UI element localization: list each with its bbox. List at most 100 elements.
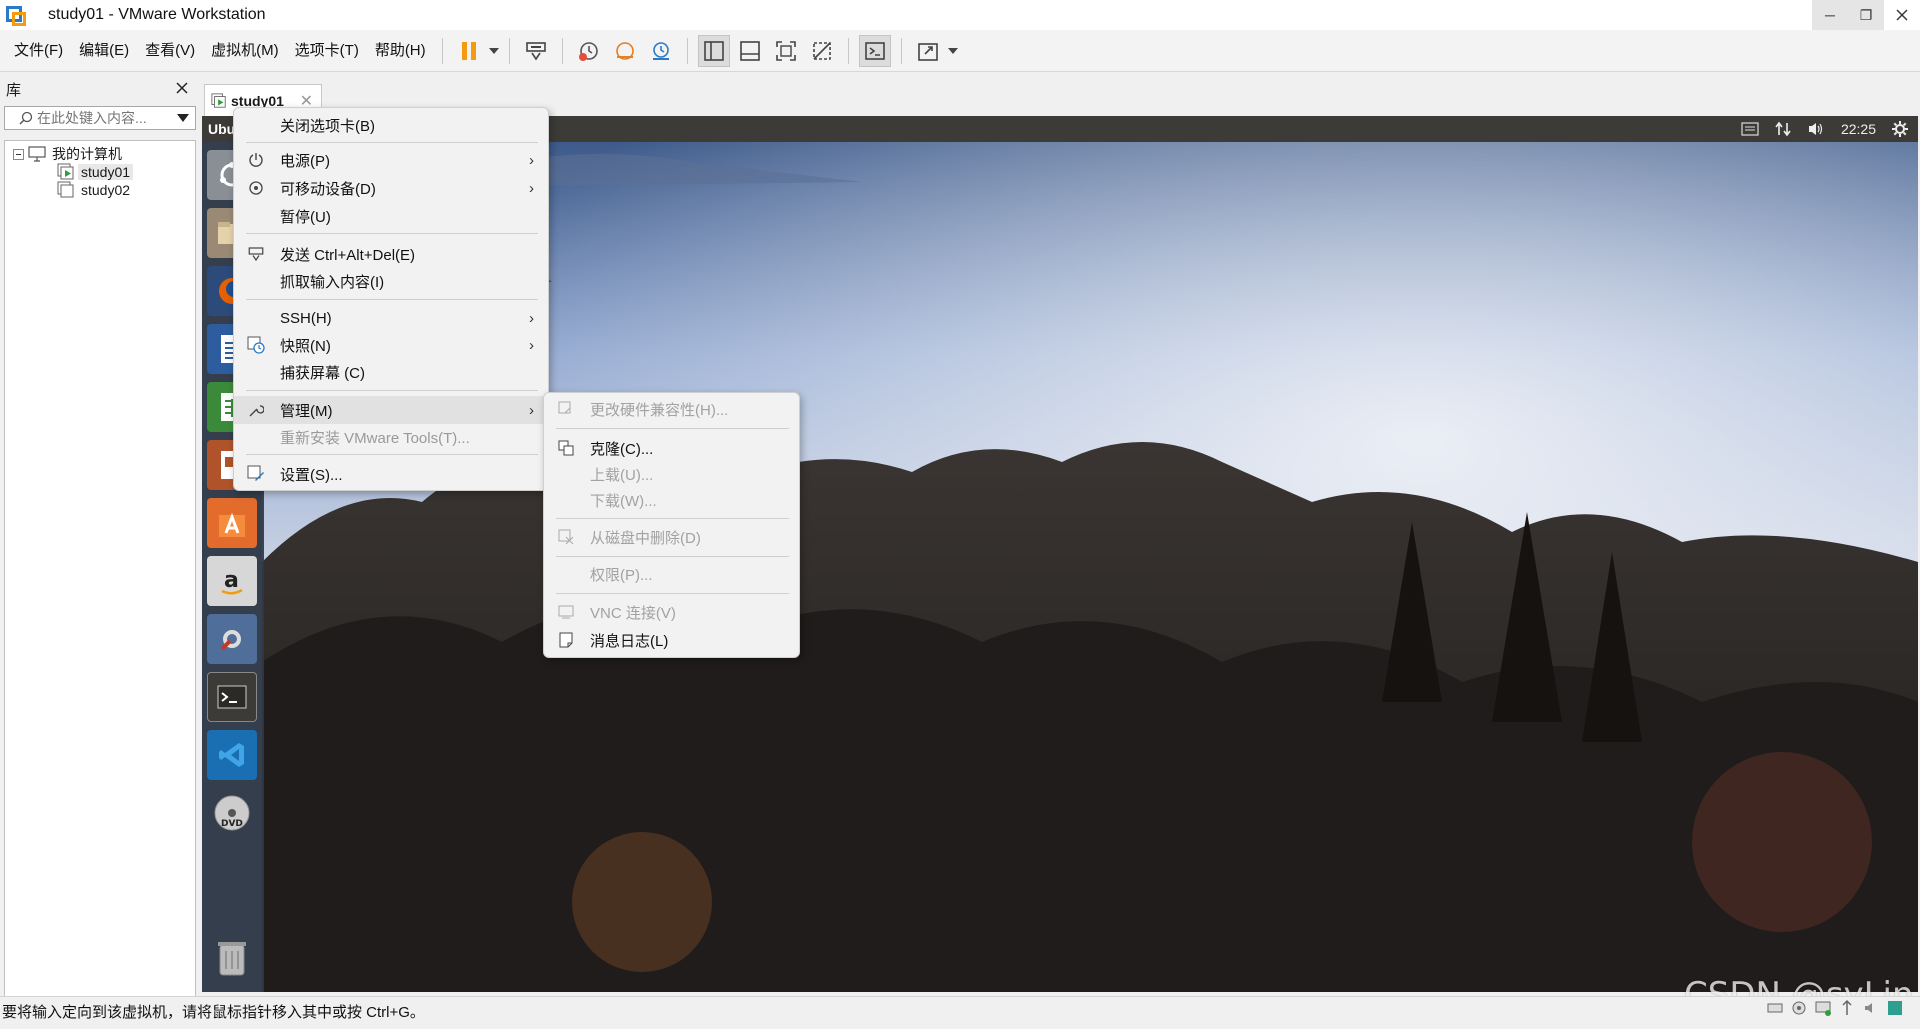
snapshot-revert-icon[interactable] (609, 35, 641, 67)
computer-icon (28, 146, 46, 162)
menu-item-grab-input[interactable]: 抓取输入内容(I) (234, 267, 548, 295)
menu-item-close-tab[interactable]: 关闭选项卡(B) (234, 111, 548, 139)
menu-help[interactable]: 帮助(H) (367, 30, 434, 72)
terminal-icon[interactable] (207, 672, 257, 722)
vm-running-icon (57, 163, 75, 181)
snapshot-manager-icon[interactable] (645, 35, 677, 67)
trash-icon[interactable] (207, 932, 257, 982)
volume-icon[interactable] (1807, 121, 1825, 137)
svg-text:DVD: DVD (221, 819, 243, 829)
library-panel: 库 我的计算机 study01 (0, 74, 198, 1029)
system-settings-icon[interactable] (207, 614, 257, 664)
clone-icon (556, 438, 576, 458)
vnc-icon (556, 602, 576, 622)
stretch-dropdown-icon[interactable] (946, 47, 960, 54)
toolbar-separator (508, 37, 510, 64)
software-center-icon[interactable] (207, 498, 257, 548)
vmware-logo-icon (6, 4, 28, 26)
menu-item-removable-devices[interactable]: 可移动设备(D) › (234, 174, 548, 202)
vm-context-menu: 关闭选项卡(B) 电源(P) › 可移动设备(D) › 暂停(U) 发送 Ctr… (233, 107, 549, 491)
guest-app-name: Ubu (208, 121, 236, 137)
menu-item-capture-screen[interactable]: 捕获屏幕 (C) (234, 358, 548, 386)
tree-node-my-computer[interactable]: 我的计算机 (13, 144, 125, 164)
menu-item-vnc: VNC 连接(V) (544, 599, 799, 625)
submenu-arrow-icon: › (529, 336, 534, 354)
tree-node-vm[interactable]: study02 (57, 180, 133, 200)
menu-item-snapshot[interactable]: 快照(N) › (234, 331, 548, 359)
menu-view[interactable]: 查看(V) (137, 30, 203, 72)
pause-dropdown-icon[interactable] (487, 47, 501, 54)
amazon-icon[interactable]: a (207, 556, 257, 606)
menu-item-settings[interactable]: 设置(S)... (234, 460, 548, 488)
tree-node-vm[interactable]: study01 (57, 162, 134, 182)
menu-item-clone[interactable]: 克隆(C)... (544, 435, 799, 461)
stretch-guest-icon[interactable] (912, 35, 944, 67)
hdd-status-icon[interactable] (1766, 999, 1784, 1021)
menu-file[interactable]: 文件(F) (6, 30, 71, 72)
toolbar-separator (900, 37, 902, 64)
menu-item-upload: 上载(U)... (590, 466, 654, 484)
power-icon (246, 150, 266, 170)
menu-tabs[interactable]: 选项卡(T) (287, 30, 367, 72)
guest-clock[interactable]: 22:25 (1841, 121, 1876, 137)
status-bar: 要将输入定向到该虚拟机，请将鼠标指针移入其中或按 Ctrl+G。 (0, 996, 1920, 1029)
tree-label-root: 我的计算机 (52, 146, 122, 162)
restore-button[interactable]: ❐ (1848, 0, 1884, 30)
vscode-icon[interactable] (207, 730, 257, 780)
fullscreen-icon[interactable] (770, 35, 802, 67)
menu-item-send-cad[interactable]: 发送 Ctrl+Alt+Del(E) (234, 240, 548, 268)
menu-item-power[interactable]: 电源(P) › (234, 146, 548, 174)
toolbar-separator (561, 37, 563, 64)
vm-icon (57, 181, 75, 199)
submenu-arrow-icon: › (529, 151, 534, 169)
status-message: 要将输入定向到该虚拟机，请将鼠标指针移入其中或按 Ctrl+G。 (2, 1004, 425, 1021)
library-tree: 我的计算机 study01 study02 (4, 140, 196, 1029)
unity-mode-icon[interactable] (806, 35, 838, 67)
submenu-arrow-icon: › (529, 401, 534, 419)
console-view-icon[interactable] (858, 34, 891, 67)
menu-item-ssh[interactable]: SSH(H) › (234, 304, 548, 332)
cd-status-icon[interactable] (1790, 999, 1808, 1021)
menu-item-manage[interactable]: 管理(M) › (234, 396, 548, 424)
minimize-button[interactable]: ─ (1812, 0, 1848, 30)
menu-item-reinstall-tools: 重新安装 VMware Tools(T)... (280, 429, 470, 447)
send-cad-icon (246, 244, 266, 264)
messages-status-icon[interactable] (1886, 999, 1904, 1021)
window-title: study01 - VMware Workstation (48, 6, 266, 23)
menu-item-permissions: 权限(P)... (590, 566, 653, 584)
snapshot-icon (246, 335, 266, 355)
hw-compat-icon (556, 399, 576, 419)
toolbar-separator (441, 37, 443, 64)
library-search-input[interactable] (33, 110, 177, 126)
dvd-icon[interactable]: DVD (207, 788, 257, 838)
menu-vm[interactable]: 虚拟机(M) (203, 30, 287, 72)
menu-item-download: 下载(W)... (590, 492, 657, 510)
network-status-icon[interactable] (1814, 999, 1832, 1021)
library-title: 库 (6, 81, 22, 99)
sound-status-icon[interactable] (1862, 999, 1880, 1021)
submenu-arrow-icon: › (529, 309, 534, 327)
svg-text:a: a (224, 568, 239, 593)
menu-item-message-log[interactable]: 消息日志(L) (544, 627, 799, 653)
pause-icon[interactable] (453, 35, 485, 67)
system-gear-icon[interactable] (1892, 121, 1908, 137)
thumbnail-bar-icon[interactable] (734, 35, 766, 67)
menu-edit[interactable]: 编辑(E) (71, 30, 137, 72)
library-search[interactable] (4, 106, 196, 130)
collapse-icon[interactable] (13, 148, 24, 160)
search-icon (19, 111, 33, 125)
snapshot-take-icon[interactable] (573, 35, 605, 67)
tree-label-vm: study02 (81, 182, 131, 198)
show-library-icon[interactable] (697, 34, 730, 67)
usb-status-icon[interactable] (1838, 999, 1856, 1021)
menu-item-hw-compat: 更改硬件兼容性(H)... (544, 396, 799, 422)
network-icon[interactable] (1775, 121, 1791, 137)
menu-item-pause[interactable]: 暂停(U) (234, 202, 548, 230)
toolbar-separator (686, 37, 688, 64)
send-cad-icon[interactable] (520, 35, 552, 67)
search-dropdown-icon[interactable] (177, 114, 189, 122)
keyboard-icon[interactable] (1741, 122, 1759, 136)
settings-icon (246, 464, 266, 484)
close-library-icon[interactable] (176, 81, 188, 98)
close-window-button[interactable] (1884, 0, 1920, 30)
